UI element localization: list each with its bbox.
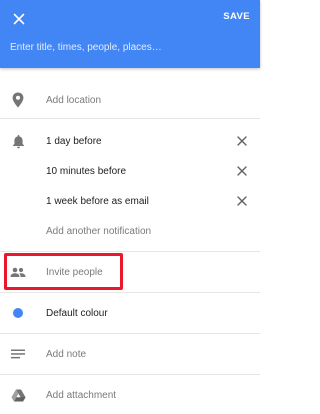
remove-notification-button[interactable]: [234, 193, 250, 209]
drive-icon: [9, 386, 27, 404]
close-icon: [237, 136, 247, 146]
add-location-row[interactable]: Add location: [0, 85, 260, 115]
close-button[interactable]: [8, 8, 30, 30]
app-header: SAVE: [0, 0, 260, 68]
add-attachment-row[interactable]: Add attachment: [0, 380, 260, 410]
notification-label: 1 week before as email: [46, 195, 149, 207]
notification-row[interactable]: 1 day before: [0, 126, 260, 156]
close-icon: [237, 196, 247, 206]
divider: [0, 251, 260, 252]
divider: [0, 374, 260, 375]
close-icon: [237, 166, 247, 176]
add-attachment-label: Add attachment: [46, 389, 117, 401]
colour-label: Default colour: [46, 307, 108, 319]
divider: [0, 292, 260, 293]
colour-dot-icon: [9, 304, 27, 322]
remove-notification-button[interactable]: [234, 133, 250, 149]
people-icon: [9, 263, 27, 281]
add-location-label: Add location: [46, 94, 102, 106]
notes-icon: [9, 345, 27, 363]
notification-row[interactable]: 1 week before as email: [0, 186, 260, 216]
bell-icon: [9, 132, 27, 150]
close-icon: [13, 13, 25, 25]
remove-notification-button[interactable]: [234, 163, 250, 179]
event-title-input[interactable]: [10, 42, 250, 53]
add-note-row[interactable]: Add note: [0, 339, 260, 369]
location-pin-icon: [9, 91, 27, 109]
notification-label: 10 minutes before: [46, 165, 127, 177]
divider: [0, 118, 260, 119]
add-note-label: Add note: [46, 348, 87, 360]
add-notification-label: Add another notification: [46, 225, 152, 237]
notification-label: 1 day before: [46, 135, 102, 147]
divider: [0, 333, 260, 334]
invite-people-row[interactable]: Invite people: [0, 257, 260, 287]
colour-row[interactable]: Default colour: [0, 298, 260, 328]
add-notification-row[interactable]: Add another notification: [0, 216, 260, 246]
save-button[interactable]: SAVE: [223, 11, 250, 22]
notification-row[interactable]: 10 minutes before: [0, 156, 260, 186]
invite-people-label: Invite people: [46, 266, 103, 278]
